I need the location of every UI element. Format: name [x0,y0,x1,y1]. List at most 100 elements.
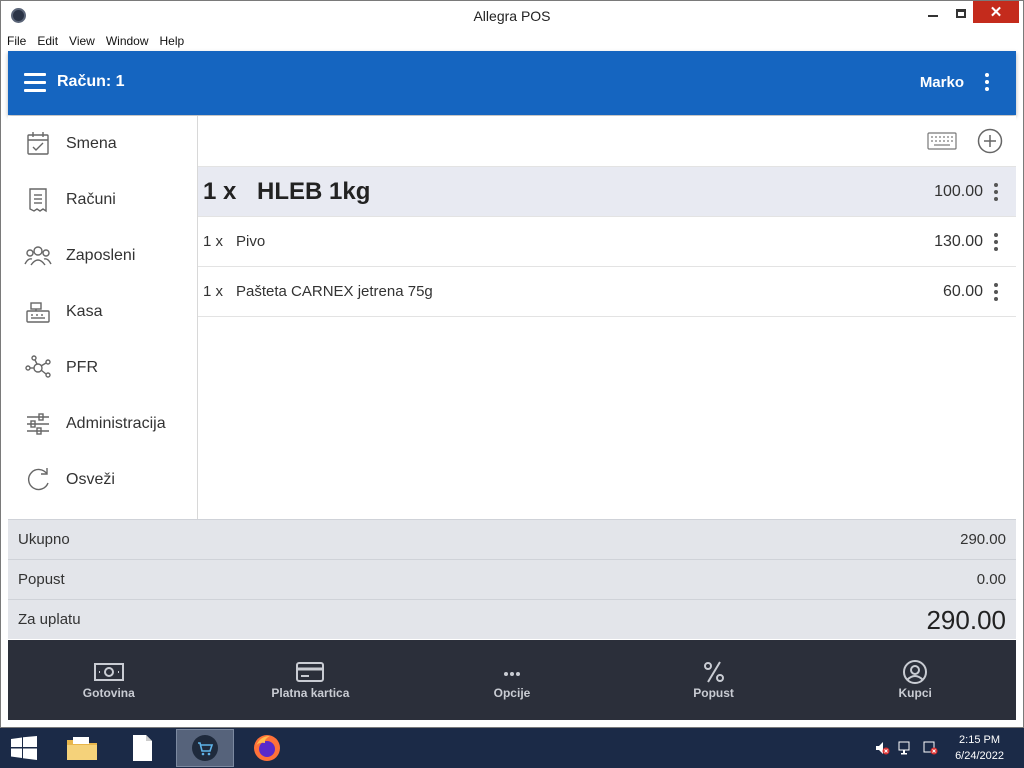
title-bar: Allegra POS ✕ [1,1,1023,31]
sidebar-item-osvezi[interactable]: Osveži [8,452,197,508]
network-icon [25,355,51,378]
receipt-icon [29,188,47,213]
amount-due-label: Za uplatu [18,611,81,628]
discount-button-label: Popust [693,686,734,700]
amount-due-value: 290.00 [926,605,1006,635]
discount-label: Popust [18,571,65,588]
total-value: 290.00 [960,531,1006,548]
clock[interactable]: 2:15 PM 6/24/2022 [955,732,1004,764]
action-center-icon[interactable] [922,740,938,756]
sidebar-item-racuni[interactable]: Računi [8,172,197,228]
taskbar-document[interactable] [113,729,171,767]
window-title: Allegra POS [473,8,551,24]
item-price: 130.00 [934,232,983,250]
cart-icon [192,735,218,761]
menu-help[interactable]: Help [154,32,190,52]
sidebar-item-label: Osveži [66,471,115,488]
card-icon [296,662,325,682]
receipt-title: Račun: 1 [57,73,125,90]
item-quantity: 1 x [203,283,224,300]
app-bar: Račun: 1 Marko [8,51,1016,115]
menu-edit[interactable]: Edit [31,32,63,52]
total-row: Ukupno 290.00 [8,519,1016,559]
users-icon [24,246,52,266]
card-button[interactable]: Platna kartica [210,640,412,720]
list-item[interactable]: 1 x Pašteta CARNEX jetrena 75g 60.00 [198,267,1016,317]
item-price: 60.00 [942,282,983,300]
sidebar-item-label: Smena [66,135,117,152]
menu-file[interactable]: File [1,32,31,52]
document-icon [133,735,152,761]
menu-window[interactable]: Window [100,32,154,52]
sidebar-item-label: Zaposleni [66,247,136,264]
firefox-icon [254,735,280,761]
sliders-icon [27,413,49,435]
cash-icon [93,663,124,681]
sidebar: Smena Računi Zaposleni Kasa PFR Administ… [8,116,198,519]
amount-due-row: Za uplatu 290.00 [8,599,1016,639]
taskbar-allegra-pos[interactable] [176,729,234,767]
sidebar-item-zaposleni[interactable]: Zaposleni [8,228,197,284]
list-item[interactable]: 1 x Pivo 130.00 [198,217,1016,267]
items-toolbar [198,116,1016,167]
sidebar-item-pfr[interactable]: PFR [8,340,197,396]
folder-icon [67,737,97,760]
item-name: HLEB 1kg [257,177,371,205]
action-bar: Gotovina Platna kartica Opcije Popust Ku… [8,640,1016,720]
receipt-items-panel: 1 x HLEB 1kg 100.00 1 x Pivo 130.00 1 x … [198,116,1016,519]
more-vert-icon[interactable] [993,183,999,204]
minimize-icon [927,15,938,17]
sidebar-item-label: Računi [66,191,116,208]
customers-button[interactable]: Kupci [814,640,1016,720]
sidebar-item-label: Administracija [66,415,166,432]
item-price: 100.00 [934,182,983,200]
add-item-icon[interactable] [977,128,1003,154]
more-icon [503,672,520,676]
taskbar-file-explorer[interactable] [53,729,111,767]
sidebar-item-label: Kasa [66,303,103,320]
sidebar-item-administracija[interactable]: Administracija [8,396,197,452]
discount-button[interactable]: Popust [613,640,815,720]
discount-value: 0.00 [976,571,1006,588]
options-button[interactable]: Opcije [411,640,613,720]
keyboard-icon[interactable] [927,132,957,150]
more-vert-icon[interactable] [993,283,999,304]
percent-icon [703,661,724,683]
close-icon: ✕ [989,3,1003,21]
volume-muted-icon[interactable] [874,740,890,756]
discount-row: Popust 0.00 [8,559,1016,599]
close-button[interactable]: ✕ [973,1,1019,23]
more-vert-icon[interactable] [993,233,999,254]
item-name: Pašteta CARNEX jetrena 75g [236,283,433,300]
options-button-label: Opcije [493,686,531,700]
user-name[interactable]: Marko [920,74,964,91]
system-tray [874,740,938,756]
menu-view[interactable]: View [63,32,100,52]
customers-button-label: Kupci [898,686,932,700]
cash-button[interactable]: Gotovina [8,640,210,720]
calendar-check-icon [27,132,49,155]
taskbar-firefox[interactable] [238,729,296,767]
card-button-label: Platna kartica [271,686,350,700]
menu-bar: File Edit View Window Help [1,32,1023,52]
sidebar-item-kasa[interactable]: Kasa [8,284,197,340]
cash-button-label: Gotovina [82,686,135,700]
clock-date: 6/24/2022 [955,750,1004,762]
user-circle-icon [903,660,928,684]
list-item[interactable]: 1 x HLEB 1kg 100.00 [198,167,1016,217]
totals-panel: Ukupno 290.00 Popust 0.00 Za uplatu 290.… [8,519,1016,639]
hamburger-menu-icon[interactable] [24,73,46,92]
refresh-icon [27,468,49,491]
sidebar-item-smena[interactable]: Smena [8,116,197,172]
windows-start-icon[interactable] [10,736,38,760]
taskbar: 2:15 PM 6/24/2022 [0,728,1024,768]
cash-register-icon [26,302,50,323]
sidebar-item-label: PFR [66,359,98,376]
item-name: Pivo [236,233,266,250]
more-vert-icon[interactable] [984,73,990,94]
item-quantity: 1 x [203,233,224,250]
clock-time: 2:15 PM [959,734,1001,746]
network-status-icon[interactable] [898,740,914,756]
maximize-icon [955,8,966,18]
total-label: Ukupno [18,531,70,548]
